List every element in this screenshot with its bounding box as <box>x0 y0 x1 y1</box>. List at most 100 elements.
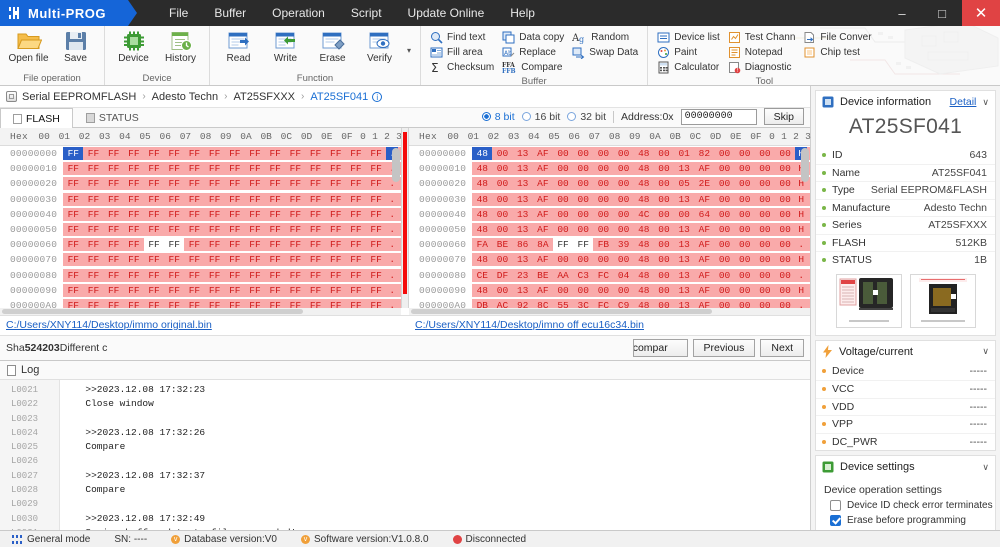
hex-byte[interactable]: FF <box>144 208 164 221</box>
hex-byte[interactable]: AF <box>533 223 553 236</box>
hex-byte[interactable]: 13 <box>674 284 694 297</box>
file-convert-button[interactable]: File Conver <box>799 30 875 45</box>
hex-byte[interactable]: 00 <box>775 162 795 175</box>
hex-byte[interactable]: FF <box>184 299 204 308</box>
hex-byte[interactable]: FF <box>144 238 164 251</box>
hex-byte[interactable]: FF <box>305 253 325 266</box>
hex-byte[interactable]: FF <box>205 193 225 206</box>
hex-byte[interactable]: 00 <box>735 177 755 190</box>
hex-byte[interactable]: FF <box>184 269 204 282</box>
hex-byte[interactable]: FF <box>184 253 204 266</box>
hex-byte[interactable]: FF <box>326 147 346 160</box>
menu-help[interactable]: Help <box>497 0 548 26</box>
chevron-down-icon[interactable]: ∨ <box>982 97 989 108</box>
hex-byte[interactable]: FF <box>305 299 325 308</box>
hex-byte[interactable]: FF <box>104 223 124 236</box>
hex-byte[interactable]: FF <box>83 223 103 236</box>
wiring-diagram-thumb[interactable] <box>910 274 976 328</box>
hex-row[interactable]: 00000030FFFFFFFFFFFFFFFFFFFFFFFFFFFFFFFF… <box>0 192 401 207</box>
hex-byte[interactable]: 00 <box>553 147 573 160</box>
hex-byte[interactable]: 48 <box>472 162 492 175</box>
hex-byte[interactable]: FF <box>144 299 164 308</box>
hex-byte[interactable]: FF <box>83 193 103 206</box>
breadcrumb-item-manufacturer[interactable]: Adesto Techn <box>152 91 218 103</box>
hex-byte[interactable]: FF <box>346 269 366 282</box>
hex-rows-right[interactable]: 00000000480013AF000000004800018200000000… <box>409 146 810 308</box>
hex-byte[interactable]: FF <box>305 193 325 206</box>
hex-byte[interactable]: AC <box>492 299 512 308</box>
hex-byte[interactable]: FF <box>366 238 386 251</box>
hex-byte[interactable]: 00 <box>614 193 634 206</box>
hex-byte[interactable]: FF <box>184 147 204 160</box>
hex-byte[interactable]: FF <box>265 284 285 297</box>
hex-byte[interactable]: 00 <box>593 223 613 236</box>
hex-byte[interactable]: FF <box>205 223 225 236</box>
hex-byte[interactable]: 04 <box>614 269 634 282</box>
hex-byte[interactable]: FF <box>366 177 386 190</box>
hex-byte[interactable]: FF <box>63 208 83 221</box>
hex-byte[interactable]: 00 <box>735 223 755 236</box>
hex-byte[interactable]: FF <box>553 238 573 251</box>
hex-byte[interactable]: 00 <box>614 177 634 190</box>
hex-byte[interactable]: FF <box>124 253 144 266</box>
hex-byte[interactable]: 00 <box>573 177 593 190</box>
hex-byte[interactable]: 48 <box>634 223 654 236</box>
hex-byte[interactable]: 64 <box>694 208 714 221</box>
hex-byte[interactable]: FF <box>164 284 184 297</box>
hex-byte[interactable]: 86 <box>513 238 533 251</box>
maximize-button[interactable]: □ <box>922 0 962 26</box>
checkbox-row-device-id-check[interactable]: Device ID check error terminates the op <box>816 500 995 515</box>
hex-byte[interactable]: 00 <box>593 162 613 175</box>
hex-byte[interactable]: 92 <box>513 299 533 308</box>
hex-byte[interactable]: 00 <box>492 253 512 266</box>
hex-hscroll-right[interactable] <box>409 308 810 315</box>
hex-byte[interactable]: FF <box>104 269 124 282</box>
diagnostic-button[interactable]: ! Diagnostic <box>724 60 800 75</box>
hex-byte[interactable]: FF <box>245 253 265 266</box>
hex-byte[interactable]: AF <box>694 299 714 308</box>
hex-byte[interactable]: 00 <box>492 177 512 190</box>
hex-byte[interactable]: FF <box>63 299 83 308</box>
breadcrumb-item-device[interactable]: AT25SF041 <box>310 91 368 103</box>
hex-byte[interactable]: FF <box>346 223 366 236</box>
hex-row[interactable]: 00000010480013AF00000000480013AF00000000… <box>409 161 810 176</box>
tab-flash[interactable]: FLASH <box>0 108 73 128</box>
hex-byte[interactable]: FF <box>124 299 144 308</box>
hex-byte[interactable]: FF <box>124 177 144 190</box>
radio-16-bit[interactable]: 16 bit <box>522 111 561 123</box>
hex-byte[interactable]: FF <box>225 238 245 251</box>
hex-byte[interactable]: 00 <box>654 177 674 190</box>
device-list-button[interactable]: Device list <box>653 30 724 45</box>
hex-byte[interactable]: 00 <box>755 177 775 190</box>
ascii-char[interactable]: H <box>795 284 807 297</box>
hex-byte[interactable]: 00 <box>755 162 775 175</box>
hex-row[interactable]: 00000060FFFFFFFFFFFFFFFFFFFFFFFFFFFFFFFF… <box>0 237 401 252</box>
menu-file[interactable]: File <box>156 0 201 26</box>
hex-byte[interactable]: 00 <box>714 299 734 308</box>
hex-byte[interactable]: FF <box>225 208 245 221</box>
log-body[interactable]: L0021L0022L0023L0024L0025L0026L0027L0028… <box>0 380 810 530</box>
hex-byte[interactable]: FF <box>144 193 164 206</box>
hex-byte[interactable]: FF <box>83 162 103 175</box>
hex-byte[interactable]: 00 <box>735 238 755 251</box>
hex-byte[interactable]: 00 <box>492 193 512 206</box>
hex-byte[interactable]: FF <box>104 193 124 206</box>
hex-byte[interactable]: 13 <box>513 284 533 297</box>
hex-scrollbar-left[interactable] <box>392 148 400 244</box>
hex-byte[interactable]: FF <box>305 177 325 190</box>
radio-32-bit[interactable]: 32 bit <box>567 111 606 123</box>
hex-byte[interactable]: FF <box>164 223 184 236</box>
hex-byte[interactable]: FF <box>346 284 366 297</box>
hex-byte[interactable]: FF <box>104 162 124 175</box>
hex-row[interactable]: 00000050480013AF00000000480013AF00000000… <box>409 222 810 237</box>
checksum-button[interactable]: Σ Checksum <box>426 60 498 75</box>
hex-byte[interactable]: FF <box>124 284 144 297</box>
file-path-left-link[interactable]: C:/Users/XNY114/Desktop/immo original.bi… <box>6 319 395 331</box>
hex-byte[interactable]: 48 <box>634 269 654 282</box>
hex-byte[interactable]: FF <box>144 147 164 160</box>
hex-byte[interactable]: FF <box>573 238 593 251</box>
hex-byte[interactable]: FF <box>104 299 124 308</box>
hex-byte[interactable]: 00 <box>553 284 573 297</box>
hex-byte[interactable]: FF <box>305 269 325 282</box>
hex-byte[interactable]: FF <box>265 177 285 190</box>
